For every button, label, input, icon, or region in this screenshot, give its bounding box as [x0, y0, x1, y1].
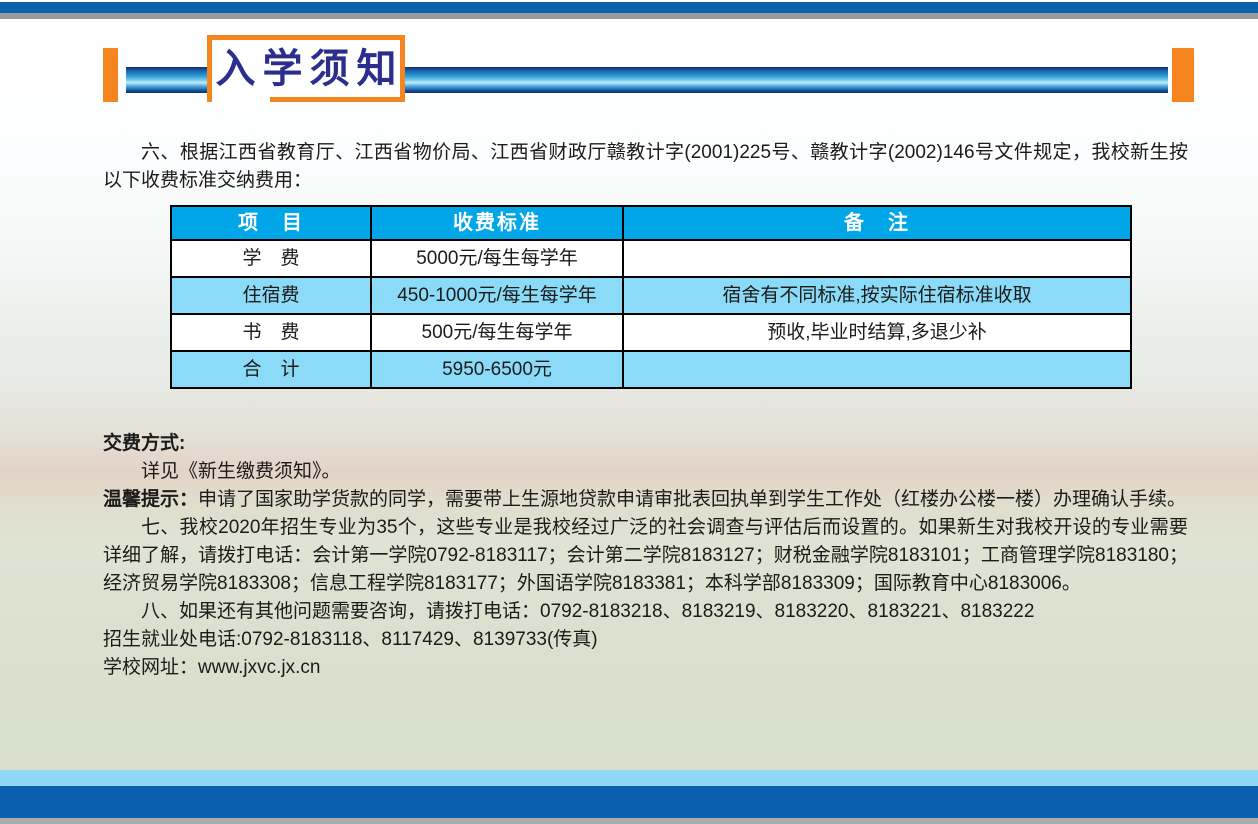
fee-table-row-total: 合 计 5950-6500元: [171, 351, 1131, 388]
bottom-border-lightblue-bar: [0, 770, 1258, 786]
bottom-border-gray-bar: [0, 818, 1258, 824]
fee-table: 项 目 收费标准 备 注 学 费 5000元/每生每学年 住宿费 450-100…: [170, 205, 1132, 389]
fee-table-row-books: 书 费 500元/每生每学年 预收,毕业时结算,多退少补: [171, 314, 1131, 351]
payment-method-detail: 详见《新生缴费须知》。: [103, 458, 1188, 486]
top-border-gray-bar: [0, 13, 1258, 19]
admissions-phone-line: 招生就业处电话:0792-8183118、8117429、8139733(传真): [103, 626, 1188, 654]
payment-method-label: 交费方式:: [103, 430, 1188, 458]
consult-paragraph: 八、如果还有其他问题需要咨询，请拨打电话：0792-8183218、818321…: [103, 598, 1188, 626]
header-orange-accent-right: [1172, 48, 1194, 102]
warm-tip-paragraph: 温馨提示：申请了国家助学货款的同学，需要带上生源地贷款申请审批表回执单到学生工作…: [103, 486, 1188, 514]
fee-item-cell: 书 费: [171, 314, 371, 351]
warm-tip-text: 申请了国家助学货款的同学，需要带上生源地贷款申请审批表回执单到学生工作处（红楼办…: [198, 489, 1186, 510]
header-blue-bar-right: [403, 67, 1168, 93]
fee-standard-cell: 5950-6500元: [371, 351, 623, 388]
page-title-box: 入学须知: [207, 35, 405, 102]
fee-table-row-accommodation: 住宿费 450-1000元/每生每学年 宿舍有不同标准,按实际住宿标准收取: [171, 277, 1131, 314]
fee-note-cell: 宿舍有不同标准,按实际住宿标准收取: [623, 277, 1131, 314]
fee-table-header-row: 项 目 收费标准 备 注: [171, 206, 1131, 240]
page-content-area: 入学须知 六、根据江西省教育厅、江西省物价局、江西省财政厅赣教计字(2001)2…: [0, 24, 1258, 770]
majors-paragraph: 七、我校2020年招生专业为35个，这些专业是我校经过广泛的社会调查与评估后而设…: [103, 514, 1188, 598]
fee-item-cell: 住宿费: [171, 277, 371, 314]
page-title: 入学须知: [216, 49, 404, 89]
header-orange-accent-left: [103, 48, 118, 102]
brochure-page: 入学须知 六、根据江西省教育厅、江西省物价局、江西省财政厅赣教计字(2001)2…: [0, 0, 1258, 824]
payment-section: 交费方式: 详见《新生缴费须知》。 温馨提示：申请了国家助学货款的同学，需要带上…: [103, 430, 1188, 514]
fee-standard-cell: 5000元/每生每学年: [371, 240, 623, 277]
fee-table-header-standard: 收费标准: [371, 206, 623, 240]
fee-table-header-note: 备 注: [623, 206, 1131, 240]
fee-standard-cell: 450-1000元/每生每学年: [371, 277, 623, 314]
website-line: 学校网址：www.jxvc.jx.cn: [103, 654, 1188, 682]
header-blue-bar-left: [126, 67, 208, 93]
fee-note-cell: [623, 240, 1131, 277]
fee-note-cell: 预收,毕业时结算,多退少补: [623, 314, 1131, 351]
top-border-blue-bar: [0, 2, 1258, 13]
fee-intro-paragraph: 六、根据江西省教育厅、江西省物价局、江西省财政厅赣教计字(2001)225号、赣…: [103, 139, 1188, 195]
notice-body: 六、根据江西省教育厅、江西省物价局、江西省财政厅赣教计字(2001)225号、赣…: [103, 139, 1188, 682]
fee-table-row-tuition: 学 费 5000元/每生每学年: [171, 240, 1131, 277]
fee-note-cell: [623, 351, 1131, 388]
bottom-border-blue-bar: [0, 786, 1258, 818]
fee-standard-cell: 500元/每生每学年: [371, 314, 623, 351]
fee-item-cell: 学 费: [171, 240, 371, 277]
fee-table-header-item: 项 目: [171, 206, 371, 240]
fee-item-cell: 合 计: [171, 351, 371, 388]
warm-tip-label: 温馨提示：: [103, 489, 198, 510]
